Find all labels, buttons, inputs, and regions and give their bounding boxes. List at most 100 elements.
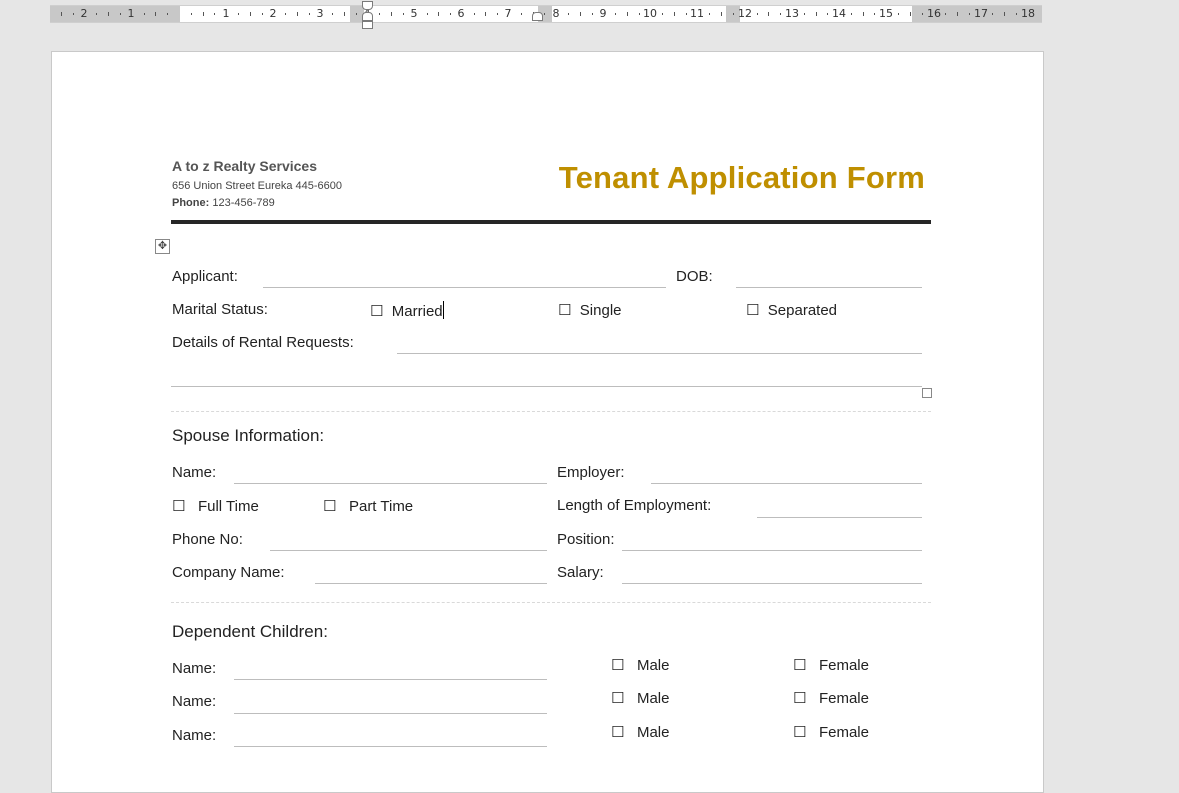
ruler-tick bbox=[438, 12, 439, 16]
ruler-tick bbox=[250, 12, 251, 16]
ruler-column-marker[interactable] bbox=[912, 6, 926, 22]
company-address: 656 Union Street Eureka 445-6600 bbox=[172, 180, 343, 192]
hanging-indent-marker[interactable] bbox=[362, 12, 373, 21]
length-of-employment-label: Length of Employment: bbox=[557, 497, 712, 514]
ruler-tick bbox=[804, 13, 805, 15]
ruler-tick bbox=[945, 13, 946, 15]
checkbox-icon[interactable]: ☐ bbox=[746, 301, 759, 319]
checkbox-icon[interactable]: ☐ bbox=[793, 689, 806, 707]
checkbox-icon[interactable]: ☐ bbox=[611, 723, 624, 741]
child-name-field[interactable] bbox=[234, 746, 547, 747]
company-name: A to z Realty Services bbox=[172, 158, 317, 174]
ruler-tick bbox=[61, 12, 62, 16]
child-male-option[interactable]: ☐ Male bbox=[611, 723, 669, 741]
single-label: Single bbox=[579, 302, 622, 319]
checkbox-icon[interactable]: ☐ bbox=[793, 656, 806, 674]
first-line-indent-marker[interactable] bbox=[362, 1, 373, 10]
ruler-tick bbox=[757, 13, 758, 15]
child-female-option[interactable]: ☐ Female bbox=[793, 689, 869, 707]
ruler-number: 3 bbox=[316, 7, 324, 20]
ruler-tick bbox=[969, 13, 970, 15]
ruler-tick bbox=[474, 13, 475, 15]
checkbox-icon[interactable]: ☐ bbox=[172, 497, 185, 515]
ruler-tick bbox=[615, 13, 616, 15]
single-option[interactable]: ☐ Single bbox=[558, 301, 622, 319]
checkbox-icon[interactable]: ☐ bbox=[323, 497, 336, 515]
ruler-number: 12 bbox=[738, 7, 752, 20]
checkbox-icon[interactable]: ☐ bbox=[793, 723, 806, 741]
child-female-option[interactable]: ☐ Female bbox=[793, 723, 869, 741]
ruler-tick bbox=[816, 12, 817, 16]
ruler-number: 2 bbox=[269, 7, 277, 20]
rental-requests-field[interactable] bbox=[397, 353, 922, 354]
length-of-employment-field[interactable] bbox=[757, 517, 922, 518]
horizontal-ruler[interactable]: 2 1 1 2 3 4 5 6 7 8 9 10 11 12 13 14 15 … bbox=[50, 5, 1042, 23]
ruler-tick bbox=[485, 12, 486, 16]
ruler-tick bbox=[108, 12, 109, 16]
child-name-field[interactable] bbox=[234, 713, 547, 714]
married-option[interactable]: ☐ Married bbox=[370, 301, 444, 320]
ruler-tick bbox=[120, 13, 121, 15]
child-name-field[interactable] bbox=[234, 679, 547, 680]
ruler-number: 11 bbox=[690, 7, 704, 20]
full-time-option[interactable]: ☐ Full Time bbox=[172, 497, 259, 515]
left-indent-marker[interactable] bbox=[362, 21, 373, 29]
spouse-name-field[interactable] bbox=[234, 483, 547, 484]
position-field[interactable] bbox=[622, 550, 922, 551]
rental-requests-label: Details of Rental Requests: bbox=[172, 334, 354, 351]
ruler-tick bbox=[403, 13, 404, 15]
ruler-tick bbox=[309, 13, 310, 15]
separated-option[interactable]: ☐ Separated bbox=[746, 301, 837, 319]
company-name-label: Company Name: bbox=[172, 564, 285, 581]
ruler-number: 17 bbox=[974, 7, 988, 20]
table-move-icon[interactable]: ✥ bbox=[155, 239, 170, 254]
table-resize-handle[interactable] bbox=[922, 388, 932, 398]
ruler-tick bbox=[285, 13, 286, 15]
section-divider bbox=[171, 602, 931, 603]
ruler-tick bbox=[568, 13, 569, 15]
section-divider bbox=[171, 411, 931, 412]
rental-requests-field-line2[interactable] bbox=[171, 386, 922, 387]
ruler-number: 2 bbox=[80, 7, 88, 20]
right-indent-marker[interactable] bbox=[532, 12, 543, 21]
ruler-tick bbox=[96, 13, 97, 15]
applicant-field[interactable] bbox=[263, 287, 666, 288]
ruler-number: 15 bbox=[879, 7, 893, 20]
ruler-tick bbox=[262, 13, 263, 15]
dob-field[interactable] bbox=[736, 287, 922, 288]
part-time-option[interactable]: ☐ Part Time bbox=[323, 497, 413, 515]
ruler-number: 9 bbox=[599, 7, 607, 20]
ruler-tick bbox=[391, 12, 392, 16]
ruler-number: 16 bbox=[927, 7, 941, 20]
ruler-tick bbox=[674, 12, 675, 16]
employer-field[interactable] bbox=[651, 483, 922, 484]
ruler-number: 14 bbox=[832, 7, 846, 20]
ruler-tick bbox=[874, 13, 875, 15]
employer-label: Employer: bbox=[557, 464, 625, 481]
salary-label: Salary: bbox=[557, 564, 604, 581]
child-male-option[interactable]: ☐ Male bbox=[611, 689, 669, 707]
ruler-tick bbox=[203, 12, 204, 16]
checkbox-icon[interactable]: ☐ bbox=[611, 656, 624, 674]
ruler-tick bbox=[427, 13, 428, 15]
ruler-tick bbox=[332, 13, 333, 15]
document-page[interactable]: A to z Realty Services 656 Union Street … bbox=[51, 51, 1044, 793]
checkbox-icon[interactable]: ☐ bbox=[611, 689, 624, 707]
ruler-left-margin bbox=[50, 6, 180, 22]
child-male-option[interactable]: ☐ Male bbox=[611, 656, 669, 674]
spouse-phone-field[interactable] bbox=[270, 550, 547, 551]
ruler-tick bbox=[639, 13, 640, 15]
ruler-tick bbox=[580, 12, 581, 16]
company-name-field[interactable] bbox=[315, 583, 547, 584]
ruler-tick bbox=[768, 12, 769, 16]
child-female-option[interactable]: ☐ Female bbox=[793, 656, 869, 674]
ruler-tick bbox=[851, 13, 852, 15]
ruler-tick bbox=[709, 13, 710, 15]
spouse-name-label: Name: bbox=[172, 464, 217, 481]
checkbox-icon[interactable]: ☐ bbox=[558, 301, 571, 319]
ruler-tick bbox=[214, 13, 215, 15]
part-time-label: Part Time bbox=[348, 498, 414, 515]
salary-field[interactable] bbox=[622, 583, 922, 584]
form-title: Tenant Application Form bbox=[558, 160, 925, 195]
checkbox-icon[interactable]: ☐ bbox=[370, 302, 383, 320]
